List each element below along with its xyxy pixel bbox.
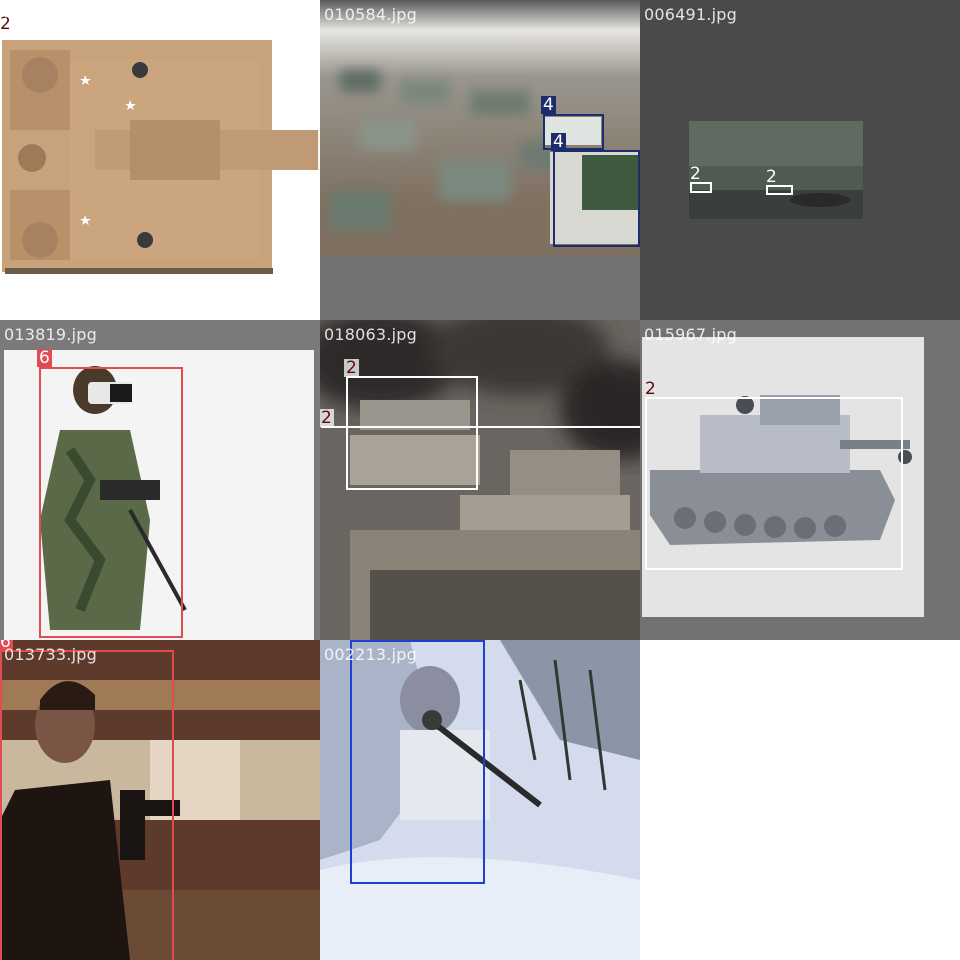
- filename: 002213.jpg: [324, 645, 417, 664]
- tile-8[interactable]: 0 002213.jpg: [320, 640, 640, 960]
- filename: 013819.jpg: [4, 325, 97, 344]
- filename: 016265.jpg: [0, 5, 91, 24]
- bbox: [0, 31, 320, 285]
- filename: 018063.jpg: [324, 325, 417, 344]
- tile-3-image: [640, 0, 960, 320]
- class-label: 2: [645, 379, 656, 399]
- bbox: [350, 640, 485, 884]
- tile-6[interactable]: 2 015967.jpg: [640, 320, 960, 640]
- bbox: [321, 426, 640, 428]
- class-label: 2: [766, 167, 777, 187]
- bbox: [39, 367, 183, 638]
- tile-1[interactable]: 2 016265.jpg: [0, 0, 320, 320]
- tile-7[interactable]: 6 013733.jpg: [0, 640, 320, 960]
- filename: 006491.jpg: [644, 5, 737, 24]
- class-label: 4: [541, 95, 556, 115]
- tile-5[interactable]: 2 2 018063.jpg: [320, 320, 640, 640]
- bbox: [553, 150, 640, 247]
- tile-4[interactable]: 6 013819.jpg: [0, 320, 320, 640]
- bbox: [346, 376, 478, 490]
- filename: 010584.jpg: [324, 5, 417, 24]
- class-label: 2: [690, 164, 701, 184]
- class-label: 2: [320, 408, 334, 428]
- filename: 013733.jpg: [4, 645, 97, 664]
- class-label: 6: [37, 348, 52, 368]
- class-label: 4: [551, 132, 566, 152]
- filename: 015967.jpg: [644, 325, 737, 344]
- bbox: [0, 650, 174, 960]
- class-label: 2: [344, 358, 359, 378]
- bbox: [645, 397, 903, 570]
- tile-3[interactable]: 2 2 006491.jpg: [640, 0, 960, 320]
- detection-mosaic: 2 016265.jpg 4 4 010584.jpg 2 2 006491.j…: [0, 0, 960, 960]
- tile-2[interactable]: 4 4 010584.jpg: [320, 0, 640, 320]
